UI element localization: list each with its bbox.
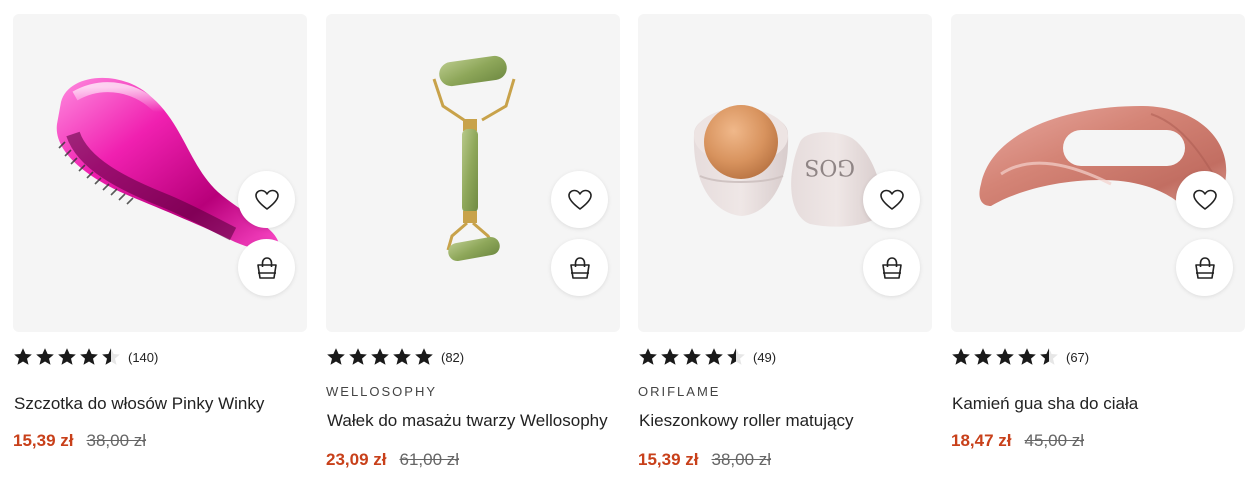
- product-brand[interactable]: WELLOSOPHY: [326, 384, 437, 399]
- heart-icon: [879, 189, 904, 210]
- star-icon: [1040, 348, 1058, 365]
- wishlist-button[interactable]: [551, 171, 608, 228]
- star-icon: [974, 348, 992, 365]
- star-icon: [1018, 348, 1036, 365]
- current-price: 15,39 zł: [638, 450, 699, 469]
- price-row: 15,39 zł 38,00 zł: [13, 431, 146, 451]
- shopping-bag-icon: [256, 256, 277, 279]
- product-rating: (140): [13, 347, 158, 367]
- product-card[interactable]: (82) WELLOSOPHY Wałek do masażu twarzy W…: [326, 14, 620, 474]
- star-icon: [349, 348, 367, 365]
- star-icon: [36, 348, 54, 365]
- review-count: (82): [441, 349, 465, 365]
- product-name[interactable]: Kieszonkowy roller matujący: [639, 411, 853, 431]
- review-count: (67): [1066, 349, 1090, 365]
- star-icon: [996, 348, 1014, 365]
- review-count: (140): [128, 349, 159, 365]
- product-image-box[interactable]: [951, 14, 1245, 332]
- old-price: 45,00 zł: [1024, 431, 1085, 450]
- heart-icon: [1192, 189, 1217, 210]
- rating-stars: [638, 347, 746, 367]
- add-to-cart-button[interactable]: [863, 239, 920, 296]
- star-icon: [683, 348, 701, 365]
- svg-text:GOS: GOS: [804, 154, 855, 179]
- shopping-bag-icon: [1194, 256, 1215, 279]
- star-icon: [639, 348, 657, 365]
- old-price: 61,00 zł: [399, 450, 460, 469]
- product-image-box[interactable]: [326, 14, 620, 332]
- wishlist-button[interactable]: [863, 171, 920, 228]
- add-to-cart-button[interactable]: [238, 239, 295, 296]
- shopping-bag-icon: [881, 256, 902, 279]
- star-icon: [58, 348, 76, 365]
- wishlist-button[interactable]: [1176, 171, 1233, 228]
- shopping-bag-icon: [569, 256, 590, 279]
- product-card[interactable]: (140) Szczotka do włosów Pinky Winky 15,…: [13, 14, 307, 474]
- product-name[interactable]: Wałek do masażu twarzy Wellosophy: [327, 411, 608, 431]
- rating-stars: [13, 347, 121, 367]
- star-icon: [661, 348, 679, 365]
- product-rating: (49): [638, 347, 776, 367]
- product-image-box[interactable]: [13, 14, 307, 332]
- product-name[interactable]: Kamień gua sha do ciała: [952, 394, 1138, 414]
- product-card[interactable]: GOS (49) ORIFLAME Kieszonkowy roller mat…: [638, 14, 932, 474]
- product-brand[interactable]: ORIFLAME: [638, 384, 720, 399]
- product-card[interactable]: (67) Kamień gua sha do ciała 18,47 zł 45…: [951, 14, 1245, 474]
- price-row: 15,39 zł 38,00 zł: [638, 450, 771, 470]
- star-icon: [102, 348, 120, 365]
- star-icon: [952, 348, 970, 365]
- product-rating: (82): [326, 347, 464, 367]
- current-price: 15,39 zł: [13, 431, 74, 450]
- rating-stars: [326, 347, 434, 367]
- wishlist-button[interactable]: [238, 171, 295, 228]
- product-grid: (140) Szczotka do włosów Pinky Winky 15,…: [13, 14, 1246, 474]
- price-row: 18,47 zł 45,00 zł: [951, 431, 1084, 451]
- old-price: 38,00 zł: [711, 450, 772, 469]
- star-icon: [415, 348, 433, 365]
- heart-icon: [567, 189, 592, 210]
- current-price: 18,47 zł: [951, 431, 1012, 450]
- product-image-box[interactable]: GOS: [638, 14, 932, 332]
- rating-stars: [951, 347, 1059, 367]
- star-icon: [371, 348, 389, 365]
- review-count: (49): [753, 349, 777, 365]
- star-icon: [80, 348, 98, 365]
- old-price: 38,00 zł: [86, 431, 147, 450]
- star-icon: [727, 348, 745, 365]
- product-rating: (67): [951, 347, 1089, 367]
- star-icon: [327, 348, 345, 365]
- heart-icon: [254, 189, 279, 210]
- star-icon: [705, 348, 723, 365]
- current-price: 23,09 zł: [326, 450, 387, 469]
- product-name[interactable]: Szczotka do włosów Pinky Winky: [14, 394, 264, 414]
- star-icon: [14, 348, 32, 365]
- add-to-cart-button[interactable]: [551, 239, 608, 296]
- star-icon: [393, 348, 411, 365]
- add-to-cart-button[interactable]: [1176, 239, 1233, 296]
- price-row: 23,09 zł 61,00 zł: [326, 450, 459, 470]
